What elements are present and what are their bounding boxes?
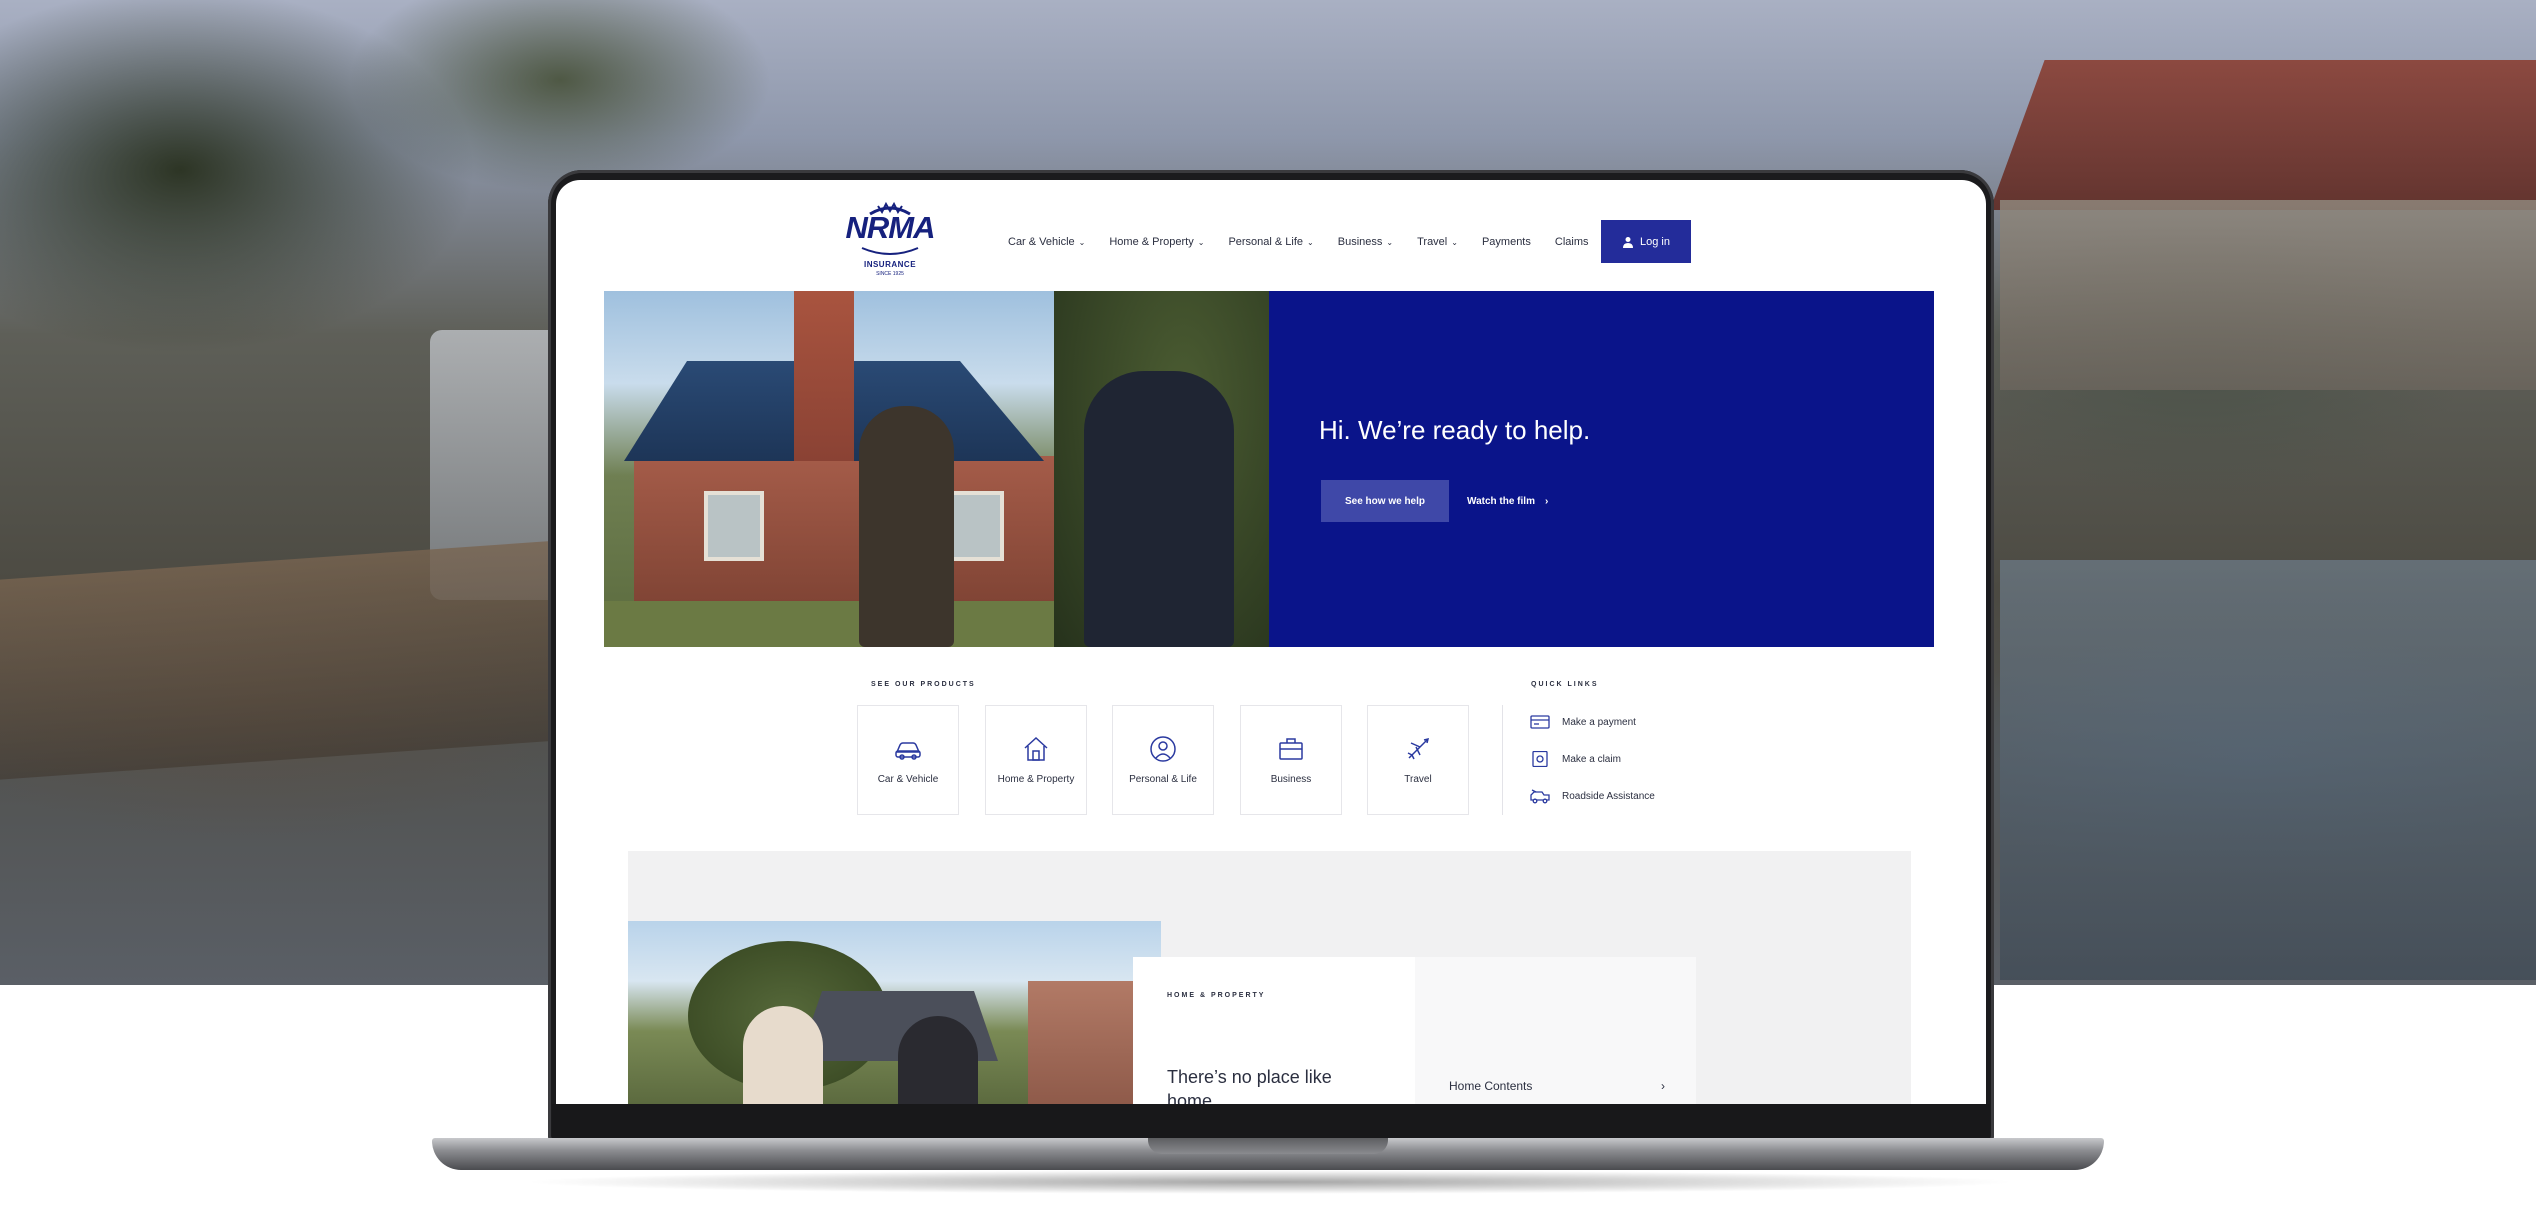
chevron-down-icon: ⌄ (1386, 237, 1394, 247)
nav-business[interactable]: Business ⌄ (1338, 236, 1393, 248)
nrma-logo[interactable]: NRMA INSURANCE SINCE 1925 (840, 198, 940, 282)
chevron-right-icon: › (1661, 1079, 1665, 1093)
home-contents-link[interactable]: Home Contents › (1449, 1079, 1665, 1093)
chevron-down-icon: ⌄ (1451, 237, 1458, 247)
quick-link-label: Make a claim (1562, 753, 1621, 765)
watch-film-label: Watch the film (1467, 495, 1535, 507)
background-debris (0, 540, 560, 780)
card-icon (1530, 715, 1550, 729)
products-label: SEE OUR PRODUCTS (871, 681, 976, 688)
nav-label: Personal & Life (1228, 236, 1304, 248)
nav-label: Travel (1417, 236, 1448, 248)
nav-label: Car & Vehicle (1008, 236, 1075, 248)
hero-title: Hi. We’re ready to help. (1319, 415, 1591, 445)
nav-personal-life[interactable]: Personal & Life ⌄ (1228, 236, 1313, 248)
product-label: Business (1270, 774, 1312, 785)
product-label: Personal & Life (1129, 774, 1197, 785)
home-property-eyebrow: HOME & PROPERTY (1167, 992, 1266, 999)
quick-link-label: Make a payment (1562, 716, 1636, 728)
product-card-home[interactable]: Home & Property (985, 705, 1087, 815)
hero-panel: Hi. We’re ready to help. See how we help… (1269, 291, 1934, 647)
product-label: Home & Property (997, 774, 1075, 785)
family-image-person (743, 1006, 823, 1104)
nav-label: Payments (1481, 236, 1531, 248)
family-image (628, 921, 1161, 1104)
nav-payments[interactable]: Payments (1482, 236, 1531, 248)
main-nav: Car & Vehicle ⌄ Home & Property ⌄ Person… (1008, 236, 1613, 248)
hero-window (704, 491, 764, 561)
quick-link-claim[interactable]: Make a claim (1530, 751, 1621, 767)
product-card-travel[interactable]: Travel (1367, 705, 1469, 815)
hero-person (1084, 371, 1234, 647)
background-floodwater (2000, 560, 2536, 980)
home-property-title: There’s no place like home (1167, 1067, 1332, 1104)
divider (1502, 705, 1503, 815)
briefcase-icon (1279, 738, 1303, 760)
quick-links-label: QUICK LINKS (1531, 681, 1599, 688)
product-card-business[interactable]: Business (1240, 705, 1342, 815)
logo-subtitle: INSURANCE (863, 260, 917, 269)
nav-car-vehicle[interactable]: Car & Vehicle ⌄ (1008, 236, 1085, 248)
hero-image (604, 291, 1269, 647)
quick-link-roadside[interactable]: Roadside Assistance (1530, 788, 1655, 804)
tow-truck-icon (1530, 789, 1550, 804)
nav-claims[interactable]: Claims (1555, 236, 1589, 248)
laptop-screen: NRMA INSURANCE SINCE 1925 Car & Vehicle … (556, 180, 1986, 1104)
laptop-notch (1148, 1138, 1388, 1154)
product-label: Travel (1404, 774, 1432, 785)
product-card-car[interactable]: Car & Vehicle (857, 705, 959, 815)
logo-since: SINCE 1925 (876, 271, 904, 277)
hero-person (859, 406, 954, 647)
home-contents-label: Home Contents (1449, 1079, 1533, 1093)
nav-label: Business (1337, 236, 1383, 248)
quick-link-payment[interactable]: Make a payment (1530, 714, 1636, 730)
background-roof (1990, 60, 2536, 210)
login-button[interactable]: Log in (1601, 220, 1691, 263)
product-card-personal[interactable]: Personal & Life (1112, 705, 1214, 815)
product-label: Car & Vehicle (877, 774, 939, 785)
house-icon (1024, 736, 1048, 761)
plane-icon (1407, 737, 1430, 760)
laptop-bezel (552, 1104, 1990, 1138)
home-property-card: HOME & PROPERTY There’s no place like ho… (1133, 957, 1415, 1104)
user-icon (1623, 236, 1633, 248)
car-icon (895, 742, 921, 760)
hero-chimney (794, 291, 854, 461)
nav-label: Claims (1554, 236, 1589, 248)
claim-icon (1532, 751, 1548, 767)
quick-link-label: Roadside Assistance (1562, 790, 1655, 802)
logo-wordmark: NRMA (845, 210, 936, 245)
nav-home-property[interactable]: Home & Property ⌄ (1109, 236, 1204, 248)
watch-film-link[interactable]: Watch the film › (1467, 480, 1548, 522)
person-icon (1150, 736, 1176, 762)
chevron-right-icon: › (1544, 495, 1549, 507)
login-label: Log in (1640, 235, 1670, 248)
home-property-list: Home Contents › (1415, 957, 1696, 1104)
family-image-person (898, 1016, 978, 1104)
chevron-down-icon: ⌄ (1307, 237, 1314, 247)
background-house (2000, 200, 2536, 390)
chevron-down-icon: ⌄ (1078, 237, 1086, 247)
nav-label: Home & Property (1109, 236, 1194, 248)
nav-travel[interactable]: Travel ⌄ (1417, 236, 1458, 248)
laptop-shadow (520, 1170, 2020, 1194)
see-how-we-help-button[interactable]: See how we help (1321, 480, 1449, 522)
chevron-down-icon: ⌄ (1197, 237, 1205, 247)
